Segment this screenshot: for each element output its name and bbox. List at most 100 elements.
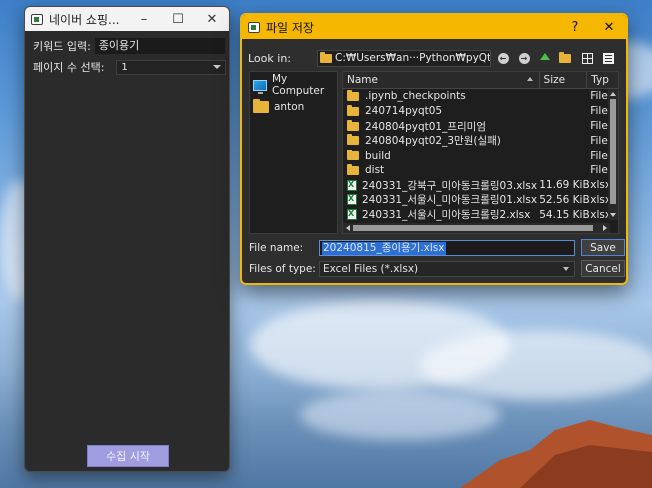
list-view-button[interactable] [578,49,596,67]
column-header-type[interactable]: Typ [587,72,618,88]
file-name: build [365,149,391,162]
scroll-right-icon[interactable] [603,225,607,231]
file-row[interactable]: 240331_서울시_미아동크롤링01.xlsx 52.56 KiB xlsx [343,193,618,208]
dialog-close-button[interactable]: ✕ [592,15,626,39]
sidebar-item-label: anton [274,101,305,113]
up-arrow-icon [540,52,550,60]
excel-file-icon [347,194,357,206]
file-name: 240714pyqt05 [365,105,443,118]
folder-icon [347,164,359,175]
back-arrow-icon: ← [497,52,509,64]
scroll-thumb[interactable] [353,225,593,231]
look-in-row: Look in: C:₩Users₩an···Python₩pyQt ← → [248,49,620,67]
file-name-value: 20240815_종이용기.xlsx [322,241,446,255]
help-button[interactable]: ? [558,15,592,39]
maximize-icon[interactable]: ☐ [161,7,195,31]
main-titlebar[interactable]: 네이버 쇼핑... – ☐ ✕ [25,7,229,31]
file-name: dist [365,164,385,177]
save-button[interactable]: Save [581,239,625,256]
file-row[interactable]: 240331_강북구_미아동크롤링03.xlsx 11.69 KiB xlsx [343,178,618,193]
computer-icon [253,79,267,94]
file-name-input[interactable]: 20240815_종이용기.xlsx [319,240,575,256]
file-name: .ipynb_checkpoints [365,90,466,103]
keyword-label: 키워드 입력: [33,40,91,53]
pages-label: 페이지 수 선택: [33,61,105,74]
file-name: 240331_서울시_미아동크롤링01.xlsx [362,194,538,207]
file-type-label: Files of type: [249,263,316,275]
minimize-icon[interactable]: – [127,7,161,31]
dialog-app-icon [248,21,260,33]
look-in-path: C:₩Users₩an···Python₩pyQt [335,52,491,64]
app-icon [31,13,43,25]
column-header-name[interactable]: Name [343,72,540,88]
file-type-value: Excel Files (*.xlsx) [323,263,419,275]
detail-view-icon [602,52,614,64]
save-file-dialog: 파일 저장 ? ✕ Look in: C:₩Users₩an···Python₩… [240,13,628,285]
sidebar: My Computer anton [249,71,338,234]
dialog-titlebar[interactable]: 파일 저장 ? ✕ [242,15,626,39]
folder-icon [347,119,359,131]
file-list-header: Name Size Typ [343,72,618,89]
file-type-row: Files of type: Excel Files (*.xlsx) Canc… [249,260,625,278]
pages-select-value: 1 [121,61,128,73]
file-row[interactable]: 240331_서울시_미아동크롤링2.xlsx 54.15 KiB xlsx [343,207,618,222]
file-name: 240331_서울시_미아동크롤링2.xlsx [362,209,531,222]
file-row[interactable]: 240804pyqt02_3만원(실패) File [343,133,618,148]
pages-row: 페이지 수 선택: 1 [33,59,227,75]
excel-file-icon [347,179,357,191]
main-window-title: 네이버 쇼핑... [49,12,120,27]
folder-icon [347,105,359,116]
sort-ascending-icon [526,77,533,81]
keyword-input[interactable]: 종이용기 [94,38,225,54]
red-rock-landscape [460,420,652,488]
chevron-down-icon [213,65,222,69]
file-name-label: File name: [249,242,304,254]
horizontal-scrollbar[interactable] [343,223,610,233]
folder-icon [320,51,332,63]
scroll-left-icon[interactable] [346,225,350,231]
new-folder-button[interactable] [557,49,575,67]
forward-arrow-icon: → [518,52,530,64]
file-row[interactable]: build File [343,148,618,163]
file-size: 11.69 KiB [539,179,590,192]
detail-view-button[interactable] [599,49,617,67]
file-name: 240331_강북구_미아동크롤링03.xlsx [362,179,538,192]
keyword-row: 키워드 입력: 종이용기 [33,38,225,54]
chevron-down-icon [563,267,569,271]
scroll-down-icon[interactable] [610,213,616,217]
file-row[interactable]: 240714pyqt05 File [343,104,618,119]
sidebar-item-label: My Computer [271,73,325,97]
column-header-size[interactable]: Size [540,72,588,88]
look-in-label: Look in: [248,51,291,65]
vertical-scrollbar[interactable] [608,89,618,220]
cancel-button[interactable]: Cancel [581,260,625,277]
new-folder-icon [558,51,571,63]
pages-select[interactable]: 1 [116,59,227,75]
file-size: 52.56 KiB [539,193,590,206]
look-in-path-select[interactable]: C:₩Users₩an···Python₩pyQt [317,49,491,67]
dialog-title: 파일 저장 [266,20,314,35]
scroll-thumb[interactable] [610,99,616,204]
folder-icon [347,90,359,101]
file-name: 240804pyqt02_3만원(실패) [365,135,501,148]
forward-button[interactable]: → [515,49,533,67]
file-row[interactable]: 240804pyqt01_프리미엄 File [343,119,618,134]
sidebar-item-anton[interactable]: anton [250,98,337,116]
excel-file-icon [347,209,357,221]
folder-icon [347,134,359,146]
file-row[interactable]: .ipynb_checkpoints File [343,89,618,104]
scroll-up-icon[interactable] [610,92,616,96]
close-icon[interactable]: ✕ [195,7,229,31]
file-name: 240804pyqt01_프리미엄 [365,120,486,133]
parent-dir-button[interactable] [536,49,554,67]
sidebar-item-my-computer[interactable]: My Computer [250,73,337,97]
file-row[interactable]: dist File [343,163,618,178]
file-type-select[interactable]: Excel Files (*.xlsx) [319,261,575,277]
file-list: Name Size Typ .ipynb_checkpoints File 24… [342,71,619,234]
file-name-row: File name: 20240815_종이용기.xlsx Save [249,239,625,257]
main-window: 네이버 쇼핑... – ☐ ✕ 키워드 입력: 종이용기 페이지 수 선택: 1… [24,6,230,472]
grid-view-icon [581,52,593,64]
back-button[interactable]: ← [494,49,512,67]
folder-icon [347,149,359,161]
start-collect-button[interactable]: 수집 시작 [87,445,169,467]
